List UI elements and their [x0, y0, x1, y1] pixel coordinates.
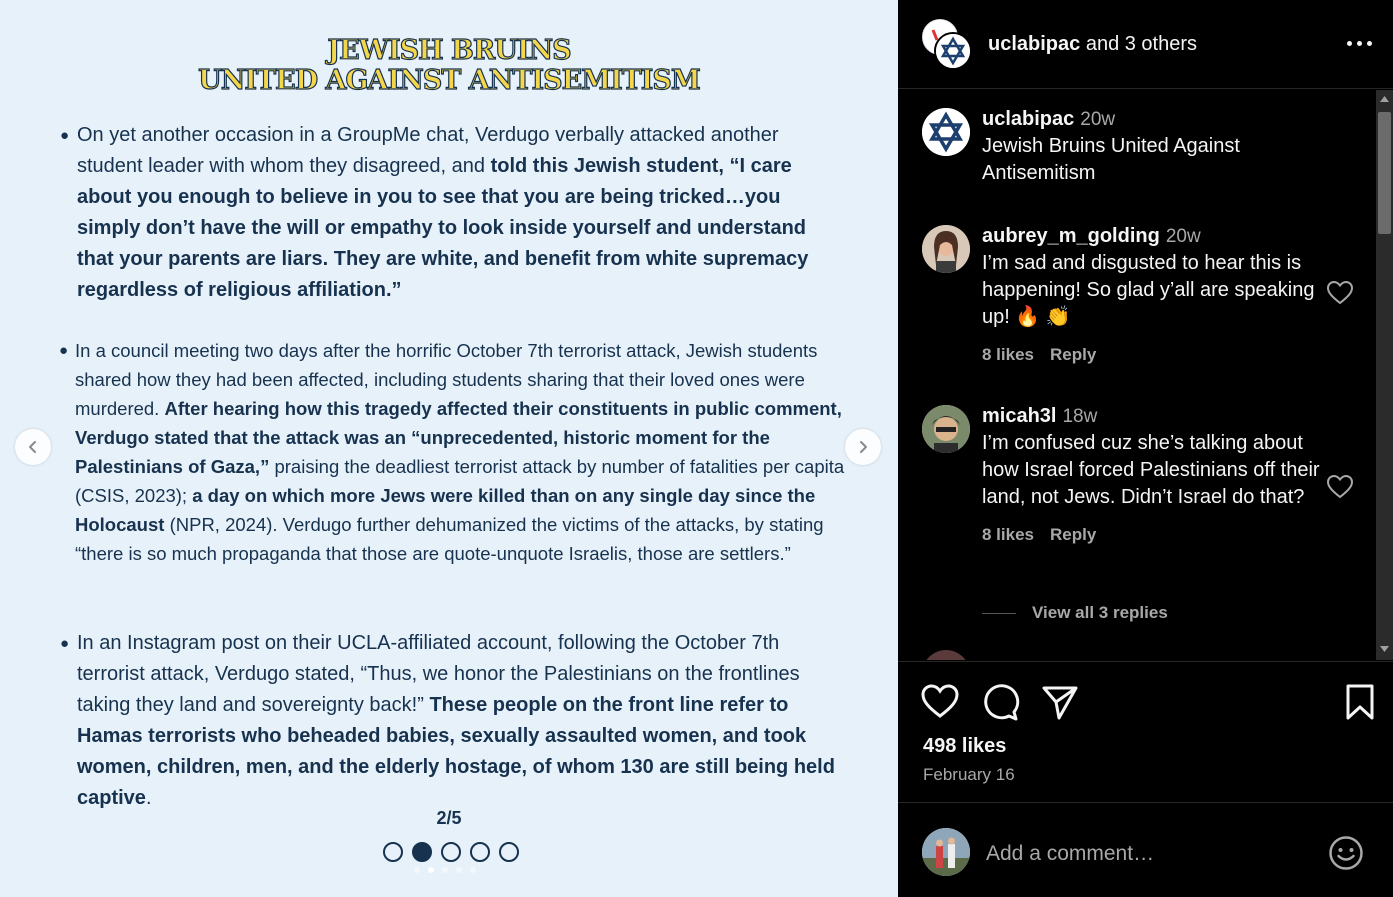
scrollbar-thumb[interactable] — [1378, 112, 1391, 234]
profile-photo-icon — [922, 405, 970, 453]
current-user-avatar[interactable] — [922, 828, 970, 876]
commenter-avatar[interactable] — [922, 225, 970, 273]
share-button[interactable] — [1040, 682, 1080, 722]
heart-icon — [1326, 280, 1354, 305]
uclabipac-avatar[interactable] — [934, 32, 972, 70]
carousel-slide: JEWISH BRUINS UNITED AGAINST ANTISEMITIS… — [0, 0, 898, 897]
bullet-dot: ● — [59, 342, 69, 359]
comment-text: I’m confused cuz she’s talking about how… — [982, 432, 1320, 508]
caption-text: Jewish Bruins United Against Antisemitis… — [982, 135, 1240, 184]
heart-icon — [1326, 474, 1354, 499]
post-header: uclabipac and 3 others — [898, 0, 1393, 89]
add-comment-input[interactable] — [986, 839, 1306, 869]
like-comment-button[interactable] — [1326, 474, 1354, 500]
save-button[interactable] — [1340, 682, 1380, 722]
comment-text: I’m sad and disgusted to hear this is ha… — [982, 252, 1315, 328]
comment-button[interactable] — [980, 682, 1020, 722]
comment-username[interactable]: aubrey_m_golding — [982, 225, 1160, 247]
scroll-up-arrow-icon — [1380, 96, 1389, 102]
paper-plane-icon — [1042, 686, 1078, 720]
bullet-text: (NPR, 2024). Verdugo further dehumanized… — [75, 514, 824, 564]
carousel-dot[interactable] — [470, 867, 476, 873]
scroll-down-arrow-icon — [1380, 646, 1389, 652]
like-comment-button[interactable] — [1326, 280, 1354, 306]
post-panel: uclabipac and 3 others uclabipac 20w Jewi… — [898, 0, 1393, 897]
comment-meta: 8 likes Reply — [982, 345, 1322, 365]
emoji-picker-button[interactable] — [1328, 835, 1364, 871]
post-coauthors[interactable]: and 3 others — [1080, 33, 1197, 55]
comment-timestamp[interactable]: 20w — [1166, 226, 1201, 247]
like-button[interactable] — [920, 682, 960, 722]
comment-timestamp[interactable]: 18w — [1062, 406, 1097, 427]
chevron-right-icon — [860, 441, 867, 453]
slide-bullet-2: ● In a council meeting two days after th… — [59, 336, 850, 568]
comments-list[interactable]: uclabipac 20w Jewish Bruins United Agains… — [898, 90, 1376, 660]
likes-count[interactable]: 498 likes — [923, 735, 1006, 758]
previous-slide-button[interactable] — [15, 429, 51, 465]
carousel-dot-active[interactable] — [428, 867, 434, 873]
smiley-icon — [1329, 836, 1363, 870]
post-author-username[interactable]: uclabipac — [988, 33, 1080, 55]
heart-icon — [921, 684, 959, 718]
page-circle — [499, 842, 519, 862]
post-date[interactable]: February 16 — [923, 765, 1015, 785]
bullet-dot: ● — [60, 635, 70, 652]
commenter-avatar[interactable] — [922, 405, 970, 453]
comment-username[interactable]: micah3l — [982, 405, 1056, 427]
speech-bubble-icon — [984, 684, 1020, 721]
slide-bullet-3: ● In an Instagram post on their UCLA-aff… — [60, 628, 847, 814]
slide-title-line-2: UNITED AGAINST ANTISEMITISM — [198, 65, 702, 96]
carousel-dot[interactable] — [456, 867, 462, 873]
slide-page-number: 2/5 — [436, 808, 462, 828]
view-replies-label[interactable]: View all 3 replies — [1032, 603, 1168, 623]
bullet-text: . — [145, 787, 152, 809]
comment-meta: 8 likes Reply — [982, 525, 1322, 545]
comment-composer — [898, 802, 1393, 897]
profile-photo-icon — [922, 225, 970, 273]
page-circle-active — [412, 842, 432, 862]
comment-likes[interactable]: 8 likes — [982, 345, 1034, 364]
comment-likes[interactable]: 8 likes — [982, 525, 1034, 544]
carousel-dot[interactable] — [414, 867, 420, 873]
next-slide-button[interactable] — [845, 429, 881, 465]
star-of-david-icon — [922, 108, 970, 156]
bookmark-icon — [1346, 684, 1374, 720]
page-circle — [441, 842, 461, 862]
carousel-dot[interactable] — [442, 867, 448, 873]
caption-username[interactable]: uclabipac — [982, 108, 1074, 130]
comments-scrollbar[interactable] — [1376, 90, 1393, 660]
reply-button[interactable]: Reply — [1050, 525, 1096, 544]
commenter-avatar[interactable] — [922, 650, 970, 660]
post-actions: 498 likes February 16 — [898, 661, 1393, 801]
post-authors[interactable]: uclabipac and 3 others — [988, 33, 1197, 56]
reply-button[interactable]: Reply — [1050, 345, 1096, 364]
page-circle — [383, 842, 403, 862]
chevron-left-icon — [29, 441, 36, 453]
more-options-button[interactable] — [1345, 30, 1375, 56]
uclabipac-avatar[interactable] — [922, 108, 970, 156]
slide-title-line-1: JEWISH BRUINS — [327, 35, 573, 66]
replies-divider — [982, 612, 1016, 614]
page-circle — [470, 842, 490, 862]
view-replies-button[interactable]: View all 3 replies — [982, 603, 1168, 623]
star-of-david-icon — [936, 34, 970, 68]
bullet-dot: ● — [60, 127, 70, 144]
profile-photo-icon — [922, 828, 970, 876]
caption-timestamp[interactable]: 20w — [1080, 109, 1115, 130]
slide-bullet-1: ● On yet another occasion in a GroupMe c… — [60, 120, 847, 306]
